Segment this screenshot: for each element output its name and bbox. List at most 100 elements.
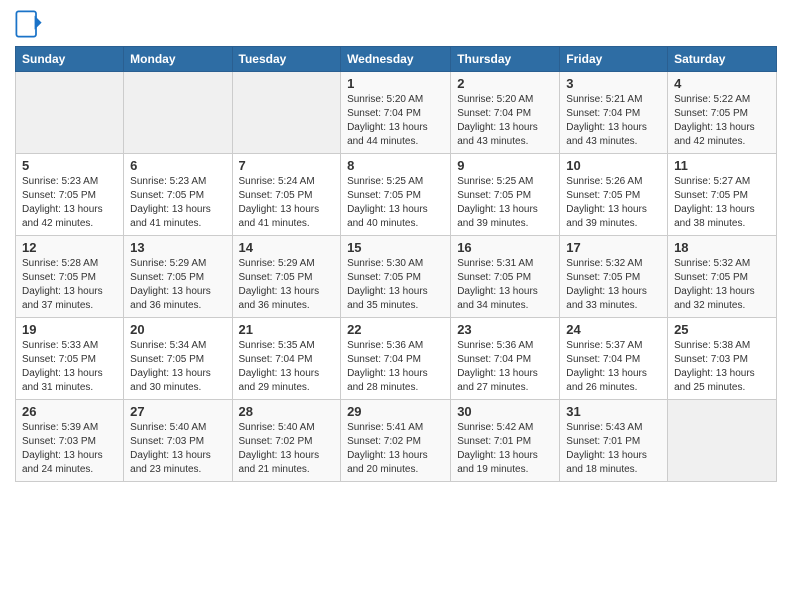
- day-info: Sunrise: 5:35 AM Sunset: 7:04 PM Dayligh…: [239, 339, 335, 395]
- day-number: 1: [347, 76, 444, 91]
- day-number: 21: [239, 322, 335, 337]
- day-number: 6: [130, 158, 225, 173]
- col-sunday: Sunday: [16, 47, 124, 72]
- day-number: 2: [457, 76, 553, 91]
- calendar-cell: 12 Sunrise: 5:28 AM Sunset: 7:05 PM Dayli…: [16, 236, 124, 318]
- calendar-week-row: 12 Sunrise: 5:28 AM Sunset: 7:05 PM Dayli…: [16, 236, 777, 318]
- day-info: Sunrise: 5:36 AM Sunset: 7:04 PM Dayligh…: [347, 339, 444, 395]
- day-number: 18: [674, 240, 770, 255]
- col-tuesday: Tuesday: [232, 47, 341, 72]
- day-info: Sunrise: 5:26 AM Sunset: 7:05 PM Dayligh…: [566, 175, 661, 231]
- day-number: 13: [130, 240, 225, 255]
- calendar-cell: 16Sunrise: 5:31 AM Sunset: 7:05 PM Dayli…: [451, 236, 560, 318]
- day-number: 4: [674, 76, 770, 91]
- col-wednesday: Wednesday: [341, 47, 451, 72]
- col-saturday: Saturday: [668, 47, 777, 72]
- day-number: 10: [566, 158, 661, 173]
- calendar-cell: [16, 72, 124, 154]
- calendar-cell: 28Sunrise: 5:40 AM Sunset: 7:02 PM Dayli…: [232, 400, 341, 482]
- day-number: 11: [674, 158, 770, 173]
- calendar-cell: [668, 400, 777, 482]
- day-info: Sunrise: 5:41 AM Sunset: 7:02 PM Dayligh…: [347, 421, 444, 477]
- day-info: Sunrise: 5:38 AM Sunset: 7:03 PM Dayligh…: [674, 339, 770, 395]
- calendar-cell: 18Sunrise: 5:32 AM Sunset: 7:05 PM Dayli…: [668, 236, 777, 318]
- day-info: Sunrise: 5:24 AM Sunset: 7:05 PM Dayligh…: [239, 175, 335, 231]
- day-number: 20: [130, 322, 225, 337]
- day-number: 30: [457, 404, 553, 419]
- day-number: 3: [566, 76, 661, 91]
- page-container: Sunday Monday Tuesday Wednesday Thursday…: [0, 0, 792, 492]
- day-number: 25: [674, 322, 770, 337]
- calendar-cell: 9 Sunrise: 5:25 AM Sunset: 7:05 PM Daylig…: [451, 154, 560, 236]
- calendar-table: Sunday Monday Tuesday Wednesday Thursday…: [15, 46, 777, 482]
- day-number: 27: [130, 404, 225, 419]
- calendar-cell: 13 Sunrise: 5:29 AM Sunset: 7:05 PM Dayli…: [124, 236, 232, 318]
- day-number: 15: [347, 240, 444, 255]
- calendar-cell: 15Sunrise: 5:30 AM Sunset: 7:05 PM Dayli…: [341, 236, 451, 318]
- col-thursday: Thursday: [451, 47, 560, 72]
- calendar-cell: 4 Sunrise: 5:22 AM Sunset: 7:05 PM Daylig…: [668, 72, 777, 154]
- day-info: Sunrise: 5:42 AM Sunset: 7:01 PM Dayligh…: [457, 421, 553, 477]
- day-info: Sunrise: 5:28 AM Sunset: 7:05 PM Dayligh…: [22, 257, 117, 313]
- calendar-header-row: Sunday Monday Tuesday Wednesday Thursday…: [16, 47, 777, 72]
- day-info: Sunrise: 5:37 AM Sunset: 7:04 PM Dayligh…: [566, 339, 661, 395]
- day-info: Sunrise: 5:25 AM Sunset: 7:05 PM Dayligh…: [457, 175, 553, 231]
- calendar-cell: 3Sunrise: 5:21 AM Sunset: 7:04 PM Daylig…: [560, 72, 668, 154]
- calendar-cell: [232, 72, 341, 154]
- day-info: Sunrise: 5:23 AM Sunset: 7:05 PM Dayligh…: [130, 175, 225, 231]
- day-number: 23: [457, 322, 553, 337]
- calendar-cell: 11 Sunrise: 5:27 AM Sunset: 7:05 PM Dayli…: [668, 154, 777, 236]
- day-info: Sunrise: 5:25 AM Sunset: 7:05 PM Dayligh…: [347, 175, 444, 231]
- day-number: 31: [566, 404, 661, 419]
- day-info: Sunrise: 5:40 AM Sunset: 7:02 PM Dayligh…: [239, 421, 335, 477]
- day-info: Sunrise: 5:39 AM Sunset: 7:03 PM Dayligh…: [22, 421, 117, 477]
- calendar-cell: 27 Sunrise: 5:40 AM Sunset: 7:03 PM Dayli…: [124, 400, 232, 482]
- day-number: 7: [239, 158, 335, 173]
- day-info: Sunrise: 5:23 AM Sunset: 7:05 PM Dayligh…: [22, 175, 117, 231]
- day-number: 24: [566, 322, 661, 337]
- day-info: Sunrise: 5:29 AM Sunset: 7:05 PM Dayligh…: [239, 257, 335, 313]
- calendar-cell: 6 Sunrise: 5:23 AM Sunset: 7:05 PM Daylig…: [124, 154, 232, 236]
- day-info: Sunrise: 5:20 AM Sunset: 7:04 PM Dayligh…: [457, 93, 553, 149]
- day-number: 14: [239, 240, 335, 255]
- day-number: 12: [22, 240, 117, 255]
- calendar-cell: 22 Sunrise: 5:36 AM Sunset: 7:04 PM Dayli…: [341, 318, 451, 400]
- day-info: Sunrise: 5:34 AM Sunset: 7:05 PM Dayligh…: [130, 339, 225, 395]
- calendar-cell: 17Sunrise: 5:32 AM Sunset: 7:05 PM Dayli…: [560, 236, 668, 318]
- day-info: Sunrise: 5:31 AM Sunset: 7:05 PM Dayligh…: [457, 257, 553, 313]
- calendar-cell: 8 Sunrise: 5:25 AM Sunset: 7:05 PM Daylig…: [341, 154, 451, 236]
- day-number: 9: [457, 158, 553, 173]
- calendar-cell: 21 Sunrise: 5:35 AM Sunset: 7:04 PM Dayli…: [232, 318, 341, 400]
- calendar-cell: 20 Sunrise: 5:34 AM Sunset: 7:05 PM Dayli…: [124, 318, 232, 400]
- calendar-cell: 24 Sunrise: 5:37 AM Sunset: 7:04 PM Dayli…: [560, 318, 668, 400]
- calendar-cell: 31 Sunrise: 5:43 AM Sunset: 7:01 PM Dayli…: [560, 400, 668, 482]
- calendar-cell: 1 Sunrise: 5:20 AM Sunset: 7:04 PM Daylig…: [341, 72, 451, 154]
- day-info: Sunrise: 5:40 AM Sunset: 7:03 PM Dayligh…: [130, 421, 225, 477]
- calendar-cell: 2 Sunrise: 5:20 AM Sunset: 7:04 PM Daylig…: [451, 72, 560, 154]
- calendar-cell: 10 Sunrise: 5:26 AM Sunset: 7:05 PM Dayli…: [560, 154, 668, 236]
- day-number: 22: [347, 322, 444, 337]
- calendar-cell: 29 Sunrise: 5:41 AM Sunset: 7:02 PM Dayli…: [341, 400, 451, 482]
- col-monday: Monday: [124, 47, 232, 72]
- day-info: Sunrise: 5:27 AM Sunset: 7:05 PM Dayligh…: [674, 175, 770, 231]
- logo: [15, 10, 47, 38]
- day-number: 17: [566, 240, 661, 255]
- calendar-week-row: 5Sunrise: 5:23 AM Sunset: 7:05 PM Daylig…: [16, 154, 777, 236]
- day-number: 29: [347, 404, 444, 419]
- day-info: Sunrise: 5:29 AM Sunset: 7:05 PM Dayligh…: [130, 257, 225, 313]
- calendar-cell: 25 Sunrise: 5:38 AM Sunset: 7:03 PM Dayli…: [668, 318, 777, 400]
- day-number: 8: [347, 158, 444, 173]
- calendar-week-row: 26 Sunrise: 5:39 AM Sunset: 7:03 PM Dayli…: [16, 400, 777, 482]
- calendar-cell: 7 Sunrise: 5:24 AM Sunset: 7:05 PM Daylig…: [232, 154, 341, 236]
- col-friday: Friday: [560, 47, 668, 72]
- day-info: Sunrise: 5:20 AM Sunset: 7:04 PM Dayligh…: [347, 93, 444, 149]
- day-info: Sunrise: 5:43 AM Sunset: 7:01 PM Dayligh…: [566, 421, 661, 477]
- calendar-cell: 5Sunrise: 5:23 AM Sunset: 7:05 PM Daylig…: [16, 154, 124, 236]
- calendar-cell: [124, 72, 232, 154]
- day-number: 26: [22, 404, 117, 419]
- calendar-cell: 23Sunrise: 5:36 AM Sunset: 7:04 PM Dayli…: [451, 318, 560, 400]
- calendar-cell: 26 Sunrise: 5:39 AM Sunset: 7:03 PM Dayli…: [16, 400, 124, 482]
- calendar-cell: 14 Sunrise: 5:29 AM Sunset: 7:05 PM Dayli…: [232, 236, 341, 318]
- calendar-cell: 30 Sunrise: 5:42 AM Sunset: 7:01 PM Dayli…: [451, 400, 560, 482]
- day-info: Sunrise: 5:22 AM Sunset: 7:05 PM Dayligh…: [674, 93, 770, 149]
